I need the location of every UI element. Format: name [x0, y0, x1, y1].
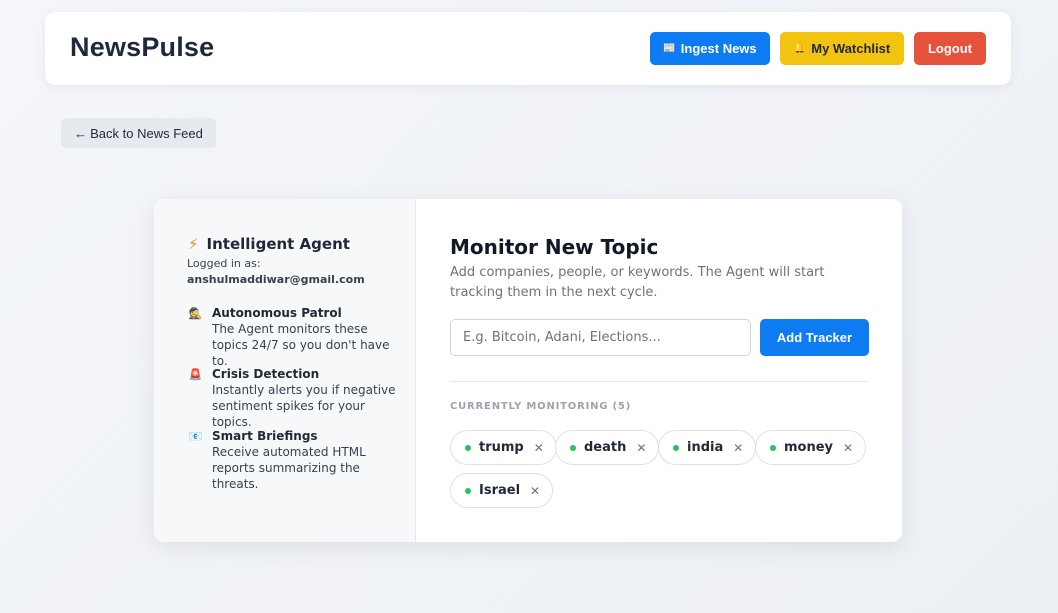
logged-in-label: Logged in as:: [187, 257, 261, 270]
topic-tag-label: death: [584, 440, 627, 455]
monitoring-count-label: CURRENTLY MONITORING (5): [450, 401, 632, 412]
remove-icon[interactable]: ✕: [534, 441, 544, 455]
status-dot-icon: [770, 444, 776, 451]
lightning-icon: ⚡: [188, 235, 199, 253]
page-title: Monitor New Topic: [450, 235, 659, 259]
detective-icon: 🕵: [188, 307, 203, 320]
status-dot-icon: [570, 444, 576, 451]
agent-title-text: Intelligent Agent: [206, 235, 350, 253]
logout-label: Logout: [927, 41, 973, 56]
brand-logo[interactable]: NewsPulse: [70, 32, 214, 63]
siren-icon: 🚨: [188, 368, 203, 381]
bell-icon: 🔔: [793, 42, 807, 54]
topic-tag: death ✕: [555, 430, 660, 465]
topic-tag: Israel ✕: [450, 473, 554, 508]
logout-button[interactable]: Logout: [914, 32, 986, 65]
feature-description: Instantly alerts you if negative sentime…: [212, 383, 396, 429]
remove-icon[interactable]: ✕: [530, 484, 540, 498]
agent-sidebar: ⚡ Intelligent Agent Logged in as: anshul…: [154, 199, 416, 542]
topic-tag-label: Israel: [479, 483, 521, 498]
my-watchlist-label: My Watchlist: [811, 41, 891, 56]
divider: [450, 381, 869, 382]
ingest-news-button[interactable]: 📰 Ingest News: [650, 32, 770, 65]
feature-description: The Agent monitors these topics 24/7 so …: [212, 322, 390, 368]
topic-tag-label: india: [687, 440, 724, 455]
status-dot-icon: [465, 444, 471, 451]
remove-icon[interactable]: ✕: [733, 441, 743, 455]
watchlist-card: ⚡ Intelligent Agent Logged in as: anshul…: [154, 199, 902, 542]
add-tracker-button[interactable]: Add Tracker: [760, 319, 869, 356]
feature-crisis-detection: 🚨 Crisis Detection Instantly alerts you …: [187, 367, 397, 430]
topic-tag: trump ✕: [450, 430, 557, 465]
user-email: anshulmaddiwar@gmail.com: [187, 273, 365, 286]
topic-tag-label: money: [784, 440, 834, 455]
status-dot-icon: [465, 487, 471, 494]
feature-title: Smart Briefings: [212, 429, 318, 443]
topic-tag: money ✕: [755, 430, 867, 465]
feature-title: Crisis Detection: [212, 367, 320, 381]
feature-description: Receive automated HTML reports summarizi…: [212, 445, 366, 491]
top-navbar: NewsPulse 📰 Ingest News 🔔 My Watchlist L…: [45, 12, 1011, 85]
arrow-left-icon: ←: [74, 125, 88, 141]
page-description: Add companies, people, or keywords. The …: [450, 265, 825, 300]
status-dot-icon: [673, 444, 679, 451]
topic-tag-label: trump: [479, 440, 524, 455]
newspaper-icon: 📰: [663, 42, 676, 54]
topic-tag: india ✕: [658, 430, 757, 465]
remove-icon[interactable]: ✕: [843, 441, 853, 455]
ingest-news-label: Ingest News: [680, 41, 757, 56]
topic-input[interactable]: [450, 319, 751, 356]
feature-title: Autonomous Patrol: [212, 306, 342, 320]
agent-title: ⚡ Intelligent Agent: [188, 235, 350, 253]
back-to-feed-button[interactable]: ← Back to News Feed: [61, 118, 216, 148]
feature-autonomous-patrol: 🕵 Autonomous Patrol The Agent monitors t…: [187, 306, 397, 369]
my-watchlist-button[interactable]: 🔔 My Watchlist: [780, 32, 904, 65]
feature-smart-briefings: 📧 Smart Briefings Receive automated HTML…: [187, 429, 397, 492]
remove-icon[interactable]: ✕: [636, 441, 646, 455]
email-icon: 📧: [188, 430, 203, 443]
back-label: Back to News Feed: [90, 125, 203, 141]
monitor-panel: Monitor New Topic Add companies, people,…: [450, 199, 870, 542]
